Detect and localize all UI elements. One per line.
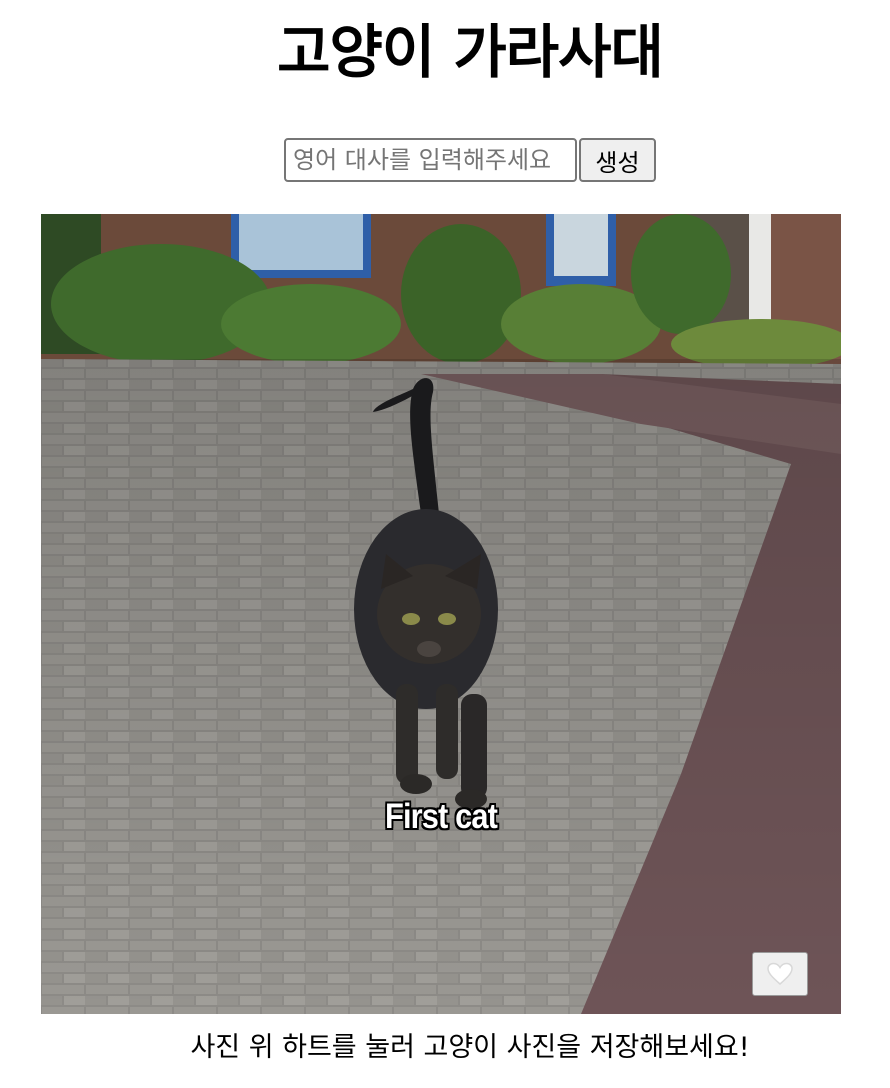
cat-photo: First cat: [41, 214, 841, 1014]
cat-photo-illustration: [41, 214, 841, 1014]
save-instruction: 사진 위 하트를 눌러 고양이 사진을 저장해보세요!: [190, 1032, 750, 1063]
page: 고양이 가라사대 생성: [0, 0, 890, 1088]
like-button[interactable]: [752, 952, 808, 996]
caption-form: 생성: [284, 138, 656, 182]
white-heart-icon: [766, 962, 794, 986]
meme-caption: First cat: [385, 797, 498, 836]
generate-button[interactable]: 생성: [579, 138, 656, 182]
caption-input[interactable]: [284, 138, 577, 182]
page-title: 고양이 가라사대: [277, 18, 664, 86]
